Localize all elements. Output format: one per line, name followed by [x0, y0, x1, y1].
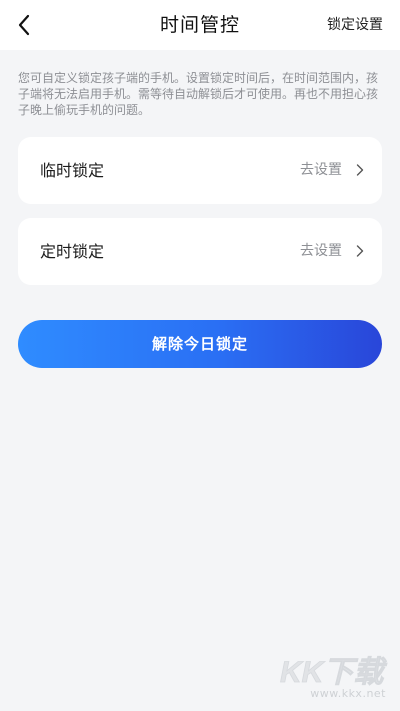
unlock-today-button[interactable]: 解除今日锁定 — [18, 320, 382, 368]
chevron-right-icon — [356, 245, 364, 257]
scheduled-lock-label: 定时锁定 — [40, 242, 105, 261]
watermark-url: www.kkx.net — [310, 687, 386, 700]
lock-settings-link[interactable]: 锁定设置 — [327, 0, 383, 50]
temporary-lock-label: 临时锁定 — [40, 161, 105, 180]
svg-text:KK下载: KK下载 — [280, 656, 387, 687]
temporary-lock-item[interactable]: 临时锁定 去设置 — [18, 137, 382, 204]
chevron-right-icon — [356, 164, 364, 176]
scheduled-lock-action: 去设置 — [300, 243, 342, 259]
header-bar: 时间管控 锁定设置 — [0, 0, 400, 50]
lock-description: 您可自定义锁定孩子端的手机。设置锁定时间后，在时间范围内，孩子端将无法启用手机。… — [18, 71, 379, 117]
kk-logo-icon: KK下载 — [280, 656, 388, 687]
watermark: KK下载 www.kkx.net — [278, 655, 396, 703]
temporary-lock-action: 去设置 — [300, 162, 342, 178]
scheduled-lock-item[interactable]: 定时锁定 去设置 — [18, 218, 382, 285]
